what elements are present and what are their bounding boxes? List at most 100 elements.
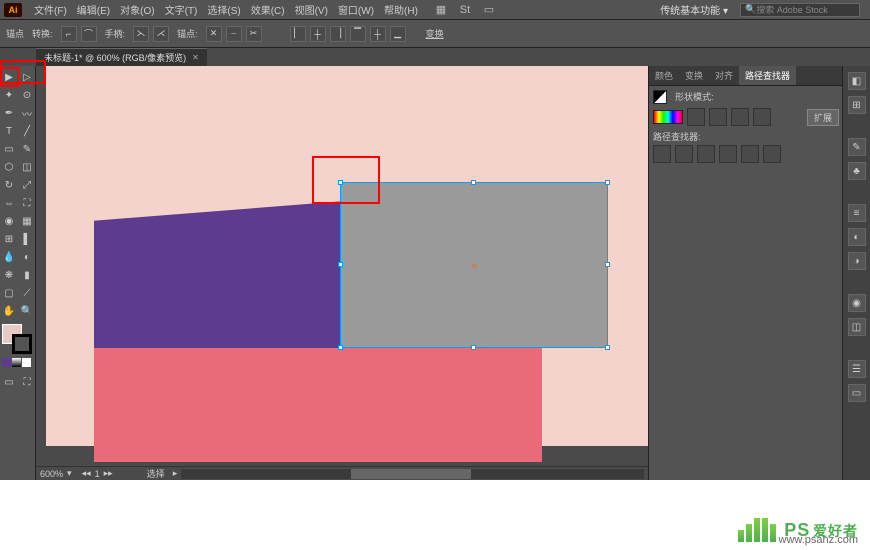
- curvature-tool[interactable]: 〰: [18, 104, 36, 122]
- menu-object[interactable]: 对象(O): [116, 0, 158, 19]
- unite-icon[interactable]: [687, 108, 705, 126]
- selection-handle[interactable]: [605, 180, 610, 185]
- zoom-dropdown-icon[interactable]: ▾: [67, 468, 72, 479]
- swatches-panel-icon[interactable]: ⊞: [848, 96, 866, 114]
- screen-mode-toggle-icon[interactable]: ⛶: [18, 373, 36, 391]
- artboard[interactable]: ✕: [46, 66, 648, 446]
- selected-grey-shape[interactable]: ✕: [340, 182, 608, 348]
- workspace-selector[interactable]: 传统基本功能 ▾: [656, 0, 732, 19]
- gradient-mode-swatch[interactable]: [12, 358, 21, 367]
- convert-smooth-icon[interactable]: ⌒: [81, 26, 97, 42]
- fill-stroke-control[interactable]: [2, 324, 34, 356]
- perspective-grid-tool[interactable]: ▦: [18, 212, 36, 230]
- cut-path-icon[interactable]: ✂: [246, 26, 262, 42]
- type-tool[interactable]: T: [0, 122, 18, 140]
- width-tool[interactable]: ⇔: [0, 194, 18, 212]
- eyedropper-tool[interactable]: 💧: [0, 248, 18, 266]
- panel-tab-color[interactable]: 颜色: [649, 66, 679, 85]
- blend-tool[interactable]: ◐: [18, 248, 36, 266]
- artboards-panel-icon[interactable]: ▭: [848, 384, 866, 402]
- align-left-icon[interactable]: ▏: [290, 26, 306, 42]
- stock-icon[interactable]: St: [458, 3, 472, 17]
- brushes-panel-icon[interactable]: ✎: [848, 138, 866, 156]
- panel-tab-transform[interactable]: 变换: [679, 66, 709, 85]
- none-mode-swatch[interactable]: [22, 358, 31, 367]
- free-transform-tool[interactable]: ⛶: [18, 194, 36, 212]
- handle-hide-icon[interactable]: ⋌: [153, 26, 169, 42]
- zoom-tool[interactable]: 🔍: [18, 302, 36, 320]
- gradient-tool[interactable]: ▌: [18, 230, 36, 248]
- transform-label[interactable]: 变换: [426, 27, 444, 40]
- stroke-panel-icon[interactable]: ≡: [848, 204, 866, 222]
- eraser-tool[interactable]: ◫: [18, 158, 36, 176]
- minus-back-icon[interactable]: [763, 145, 781, 163]
- minus-front-icon[interactable]: [709, 108, 727, 126]
- stroke-swatch[interactable]: [12, 334, 32, 354]
- horizontal-scrollbar[interactable]: [181, 469, 644, 479]
- shaper-tool[interactable]: ⬡: [0, 158, 18, 176]
- selection-handle[interactable]: [338, 345, 343, 350]
- merge-icon[interactable]: [697, 145, 715, 163]
- artboard-tool[interactable]: ▢: [0, 284, 18, 302]
- graphic-styles-panel-icon[interactable]: ◫: [848, 318, 866, 336]
- menu-effect[interactable]: 效果(C): [247, 0, 289, 19]
- gradient-panel-icon[interactable]: ◐: [848, 228, 866, 246]
- align-top-icon[interactable]: ▔: [350, 26, 366, 42]
- screen-mode-normal-icon[interactable]: ▭: [0, 373, 18, 391]
- expand-button[interactable]: 扩展: [807, 109, 839, 126]
- remove-anchor-icon[interactable]: ✕: [206, 26, 222, 42]
- line-tool[interactable]: ╱: [18, 122, 36, 140]
- bridge-icon[interactable]: ▦: [434, 3, 448, 17]
- artboard-number[interactable]: 1: [95, 469, 100, 479]
- document-tab[interactable]: 未标题-1* @ 600% (RGB/像素预览) ✕: [36, 48, 207, 66]
- intersect-icon[interactable]: [731, 108, 749, 126]
- stock-search-input[interactable]: 🔍 搜索 Adobe Stock: [740, 3, 860, 17]
- tab-close-icon[interactable]: ✕: [192, 53, 199, 62]
- menu-window[interactable]: 窗口(W): [334, 0, 378, 19]
- exclude-icon[interactable]: [753, 108, 771, 126]
- scrollbar-thumb[interactable]: [351, 469, 471, 479]
- paintbrush-tool[interactable]: ✎: [18, 140, 36, 158]
- hand-tool[interactable]: ✋: [0, 302, 18, 320]
- align-bottom-icon[interactable]: ▁: [390, 26, 406, 42]
- pink-shape[interactable]: [94, 348, 542, 462]
- align-hcenter-icon[interactable]: ┼: [310, 26, 326, 42]
- selection-handle[interactable]: [471, 345, 476, 350]
- color-mode-swatch[interactable]: [2, 358, 11, 367]
- selection-handle[interactable]: [338, 262, 343, 267]
- transparency-panel-icon[interactable]: ◑: [848, 252, 866, 270]
- zoom-level[interactable]: 600%: [40, 469, 63, 479]
- selection-handle[interactable]: [471, 180, 476, 185]
- color-spectrum[interactable]: [653, 110, 683, 124]
- mesh-tool[interactable]: ⊞: [0, 230, 18, 248]
- symbol-sprayer-tool[interactable]: ❋: [0, 266, 18, 284]
- appearance-panel-icon[interactable]: ◉: [848, 294, 866, 312]
- menu-view[interactable]: 视图(V): [291, 0, 332, 19]
- menu-help[interactable]: 帮助(H): [380, 0, 422, 19]
- menu-edit[interactable]: 编辑(E): [73, 0, 114, 19]
- handle-show-icon[interactable]: ⋋: [133, 26, 149, 42]
- pen-tool[interactable]: ✒: [0, 104, 18, 122]
- selection-handle[interactable]: [605, 345, 610, 350]
- shape-builder-tool[interactable]: ◉: [0, 212, 18, 230]
- selection-handle[interactable]: [605, 262, 610, 267]
- rectangle-tool[interactable]: ▭: [0, 140, 18, 158]
- symbols-panel-icon[interactable]: ♣: [848, 162, 866, 180]
- divide-icon[interactable]: [653, 145, 671, 163]
- layers-panel-icon[interactable]: ☰: [848, 360, 866, 378]
- scale-tool[interactable]: ⤢: [18, 176, 36, 194]
- align-right-icon[interactable]: ▕: [330, 26, 346, 42]
- arrange-icon[interactable]: ▭: [482, 3, 496, 17]
- purple-shape[interactable]: [94, 200, 358, 348]
- lasso-tool[interactable]: ⊙: [18, 86, 36, 104]
- menu-file[interactable]: 文件(F): [30, 0, 71, 19]
- convert-corner-icon[interactable]: ⌐: [61, 26, 77, 42]
- menu-select[interactable]: 选择(S): [203, 0, 244, 19]
- connect-anchor-icon[interactable]: ⎯: [226, 26, 242, 42]
- menu-type[interactable]: 文字(T): [161, 0, 202, 19]
- color-panel-icon[interactable]: ◧: [848, 72, 866, 90]
- align-vcenter-icon[interactable]: ┼: [370, 26, 386, 42]
- crop-icon[interactable]: [719, 145, 737, 163]
- outline-icon[interactable]: [741, 145, 759, 163]
- panel-tab-pathfinder[interactable]: 路径查找器: [739, 66, 796, 85]
